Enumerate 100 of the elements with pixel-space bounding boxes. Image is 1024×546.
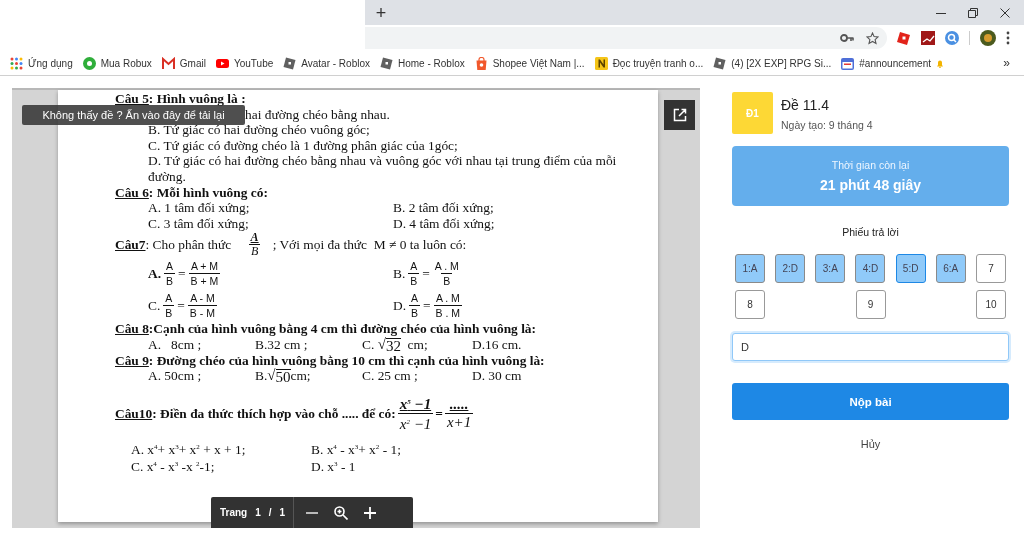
restore-icon[interactable]: [968, 7, 978, 18]
mail-icon: [161, 56, 175, 70]
math-text: =: [423, 297, 431, 314]
math-text: A. 50cm ;: [148, 368, 202, 384]
answer-button[interactable]: 3:A: [815, 254, 846, 283]
square-root: √50: [267, 368, 291, 384]
answer-text: C. Tứ giác có đường chéo là 1 đường phân giác của 1góc;: [147, 137, 459, 154]
bookmark[interactable]: Gmail: [161, 56, 206, 70]
fraction: A + M B + M: [188, 258, 221, 288]
search-icon[interactable]: [945, 31, 959, 45]
square-root: √32: [377, 336, 401, 353]
fraction: x$^{5}$ −1 x$^{2}$ −1: [397, 395, 434, 434]
fraction: A B: [408, 258, 420, 288]
fraction: A B: [409, 290, 421, 320]
answer-button[interactable]: 4:D: [855, 254, 886, 283]
answer-button[interactable]: 6:A: [935, 254, 966, 283]
bookmark[interactable]: YouTube: [215, 56, 274, 70]
math-text: D. x$^{3}$ - 1: [311, 458, 356, 475]
timer-label: Thời gian còn lại: [831, 159, 910, 171]
play-icon: [215, 56, 229, 70]
math-text: D.16 cm.: [472, 336, 522, 353]
math-text: =: [422, 265, 430, 282]
math-text: cm;: [406, 336, 428, 353]
timer-value: 21 phút 48 giây: [819, 177, 922, 193]
bookmark[interactable]: Mua Robux: [82, 56, 152, 70]
bookmark[interactable]: Shopee Việt Nam |...: [474, 56, 585, 70]
answer-button[interactable]: 10: [976, 290, 1006, 319]
math-text: A. x$^{4}$+ x$^{3}$+ x$^{2}$ + x + 1;: [131, 440, 246, 458]
math-text: : Đường chéo của hình vuông bằng 10 cm thì cạnh của hình vuông là:: [148, 352, 545, 368]
answer-button[interactable]: 1:A: [735, 254, 765, 283]
fraction: A . M B: [433, 258, 460, 288]
math-text: A. 1 tâm đối xứng;: [148, 200, 250, 216]
ring-icon: [82, 56, 96, 70]
question-number: Câu 9: [115, 352, 149, 369]
answer-field[interactable]: D: [732, 333, 1009, 361]
question-number: Câu 5: [115, 91, 149, 107]
book-icon: [594, 56, 608, 70]
bell-icon: [936, 58, 944, 68]
calendar-icon: [841, 56, 855, 70]
math-text: B.32 cm ;: [255, 336, 308, 353]
fraction: A B: [248, 230, 261, 258]
exam-badge: Đ1: [732, 92, 773, 134]
more-bookmarks-button[interactable]: »: [1003, 56, 1010, 70]
cancel-link[interactable]: Hủy: [860, 438, 881, 450]
page-total: 1: [279, 507, 286, 518]
fraction: A . M B . M: [433, 290, 463, 320]
math-text: C. 3 tâm đối xứng;: [148, 215, 249, 232]
answer-button[interactable]: 7: [975, 254, 1006, 283]
math-text: C. x$^{4}$ - x$^{3}$ -x $^{2}$-1;: [131, 458, 215, 475]
math-text: D. 4 tâm đối xứng;: [393, 215, 495, 232]
plus-icon[interactable]: [364, 506, 377, 519]
avatar-icon[interactable]: [980, 30, 996, 46]
math-text: =: [178, 265, 186, 282]
star-icon[interactable]: [866, 31, 879, 45]
exam-title: Đề 11.4: [781, 97, 830, 113]
bookmark[interactable]: Ứng dụng: [10, 56, 73, 70]
math-text: : Điền đa thức thích hợp vào chỗ ..... để có:: [152, 405, 396, 422]
bookmark[interactable]: #announcement: [841, 56, 944, 70]
chart-icon[interactable]: [921, 31, 935, 45]
answer-button[interactable]: 2:D: [775, 254, 806, 283]
answer-text: D. Tứ giác có hai đường chéo bằng nhau và vuông góc với nhau tại trung điểm của mỗi đường.: [147, 153, 618, 185]
bookmark[interactable]: Avatar - Roblox: [283, 56, 370, 70]
answer-button[interactable]: 5:D: [895, 254, 926, 283]
fraction: A - M B - M: [187, 290, 217, 320]
bookmark[interactable]: Home - Roblox: [380, 56, 465, 70]
apps-icon: [10, 56, 23, 70]
answer-text: hai đường chéo bằng nhau.: [245, 106, 390, 122]
math-text: :Cạnh của hình vuông bằng 4 cm thì đường chéo của hình vuông là:: [148, 321, 536, 337]
open-external-button[interactable]: [664, 100, 695, 130]
math-text: A.: [148, 265, 162, 282]
fraction: A B: [163, 290, 175, 320]
math-text: B. x$^{4}$ - x$^{3}$+ x$^{2}$ - 1;: [311, 440, 401, 458]
open-external-icon: [672, 108, 687, 122]
zoom-icon[interactable]: [334, 505, 349, 520]
menu-icon[interactable]: [1006, 31, 1010, 45]
page-number-field[interactable]: 1: [255, 507, 261, 518]
new-tab-button[interactable]: +: [373, 2, 389, 23]
math-text: : Mỗi hình vuông có:: [148, 184, 268, 201]
math-text: B. 2 tâm đối xứng;: [393, 200, 494, 216]
answer-text: B. Tứ giác có hai đường chéo vuông góc;: [147, 122, 371, 138]
answer-sheet-title: Phiếu trả lời: [841, 226, 900, 238]
submit-button[interactable]: Nộp bài: [732, 383, 1009, 420]
answer-button[interactable]: 9: [855, 290, 886, 319]
page-separator: /: [268, 507, 272, 518]
answer-button[interactable]: 8: [735, 290, 765, 319]
math-text: : Cho phân thức: [145, 236, 233, 253]
math-text: C.: [148, 297, 161, 314]
math-text: B.: [393, 265, 406, 282]
extension-icon[interactable]: [897, 31, 911, 45]
math-text: A. 8cm ;: [148, 336, 202, 353]
key-icon[interactable]: [840, 33, 854, 43]
bookmark[interactable]: (4) [2X EXP] RPG Si...: [713, 56, 832, 70]
math-text: : Hình vuông là :: [148, 91, 246, 107]
bookmark[interactable]: Đọc truyện tranh o...: [594, 56, 704, 70]
math-text: =: [435, 405, 443, 422]
question-number: Câu 8: [115, 321, 149, 337]
close-icon[interactable]: [1000, 7, 1010, 18]
reload-tooltip[interactable]: Không thấy đề ? Ấn vào đây để tải lại: [22, 105, 245, 125]
question-number: Câu10: [115, 405, 153, 422]
math-text: cm;: [290, 368, 311, 384]
